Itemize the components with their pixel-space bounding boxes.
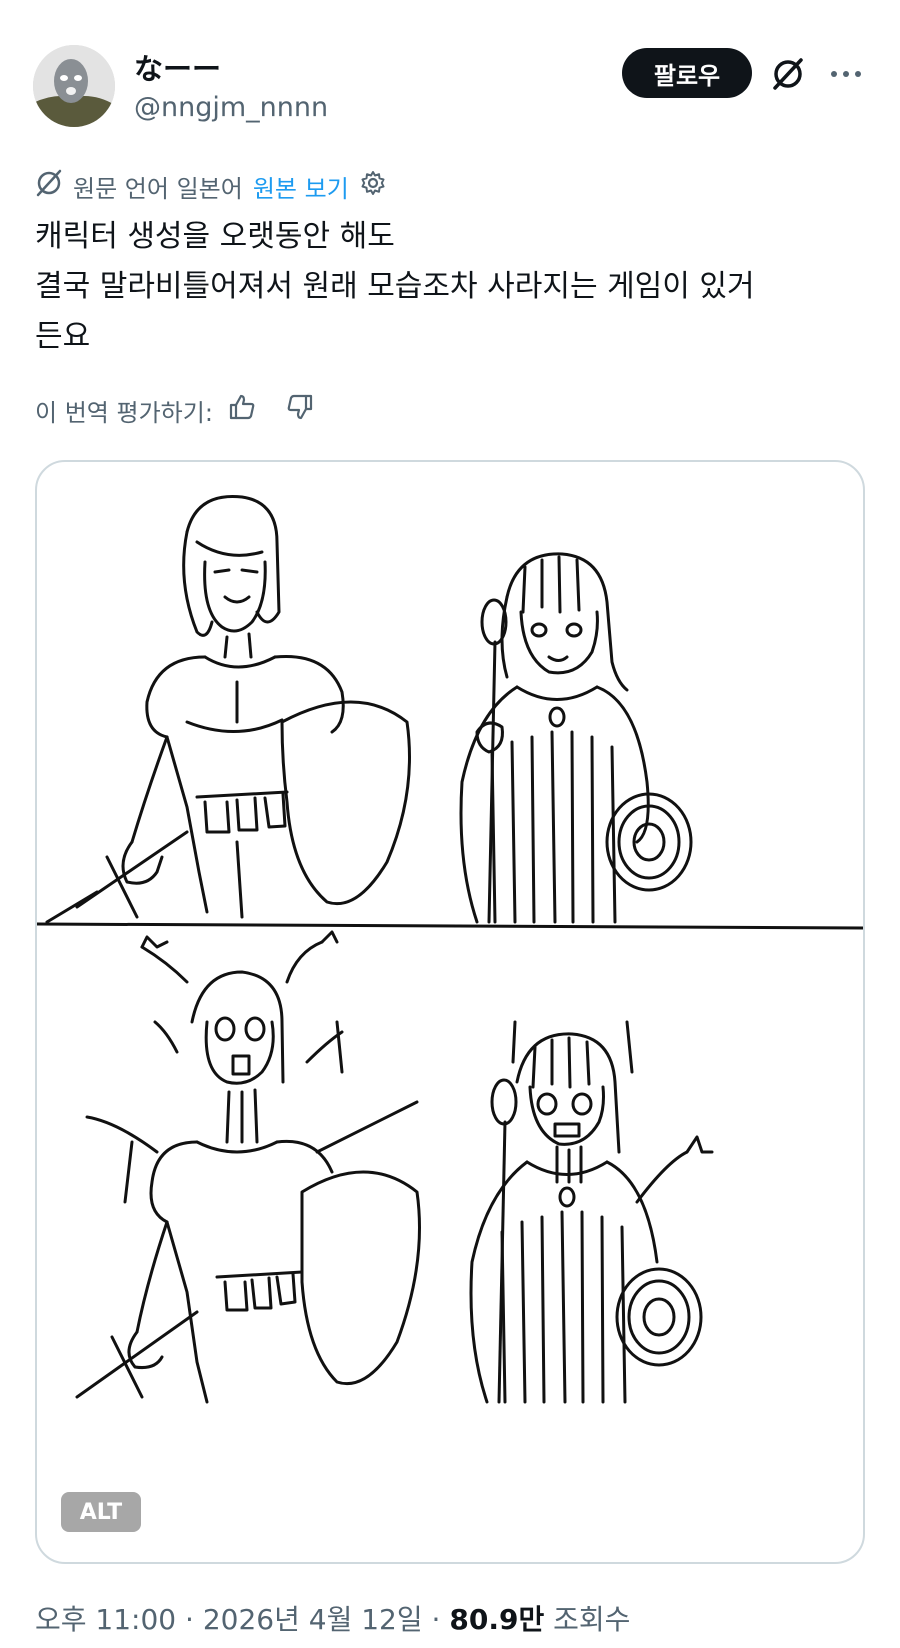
translation-rating: 이 번역 평가하기: <box>35 390 315 430</box>
views-label: 조회수 <box>553 1603 631 1636</box>
tweet-text: 캐릭터 생성을 오랫동안 해도 결국 말라비틀어져서 원래 모습조차 사라지는 … <box>35 212 865 362</box>
grok-icon[interactable] <box>768 54 808 94</box>
follow-button[interactable]: 팔로우 <box>622 48 752 98</box>
meta-separator: · <box>431 1603 441 1636</box>
tweet-text-line: 캐릭터 생성을 오랫동안 해도 <box>35 219 395 254</box>
view-original-link[interactable]: 원본 보기 <box>253 169 349 204</box>
tweet-header: なーー @nngjm_nnnn 팔로우 <box>0 0 900 150</box>
tweet-date[interactable]: 2026년 4월 12일 <box>203 1603 423 1636</box>
tweet-text-line: 든요 <box>35 319 91 354</box>
display-name[interactable]: なーー <box>134 46 221 88</box>
meta-separator: · <box>185 1603 194 1636</box>
user-handle[interactable]: @nngjm_nnnn <box>134 92 328 123</box>
gear-icon[interactable] <box>359 169 387 203</box>
tweet-text-line: 결국 말라비틀어져서 원래 모습조차 사라지는 게임이 있거 <box>35 269 755 304</box>
more-icon[interactable] <box>826 54 866 94</box>
thumbs-down-icon[interactable] <box>285 392 315 428</box>
grok-translate-icon <box>35 169 63 203</box>
tweet-media-image[interactable]: ALT <box>35 460 865 1564</box>
tweet-time[interactable]: 오후 11:00 <box>35 1603 176 1636</box>
avatar[interactable] <box>33 45 115 127</box>
translation-source-note: 원문 언어 일본어 <box>73 174 243 203</box>
alt-badge[interactable]: ALT <box>61 1492 141 1532</box>
views-count: 80.9만 <box>449 1603 545 1636</box>
rating-prompt: 이 번역 평가하기: <box>35 398 213 427</box>
thumbs-up-icon[interactable] <box>227 392 257 428</box>
tweet-meta: 오후 11:00 · 2026년 4월 12일 · 80.9만 조회수 <box>35 1598 630 1638</box>
comic-illustration <box>37 494 863 1404</box>
translation-bar: 원문 언어 일본어 원본 보기 <box>35 166 387 206</box>
